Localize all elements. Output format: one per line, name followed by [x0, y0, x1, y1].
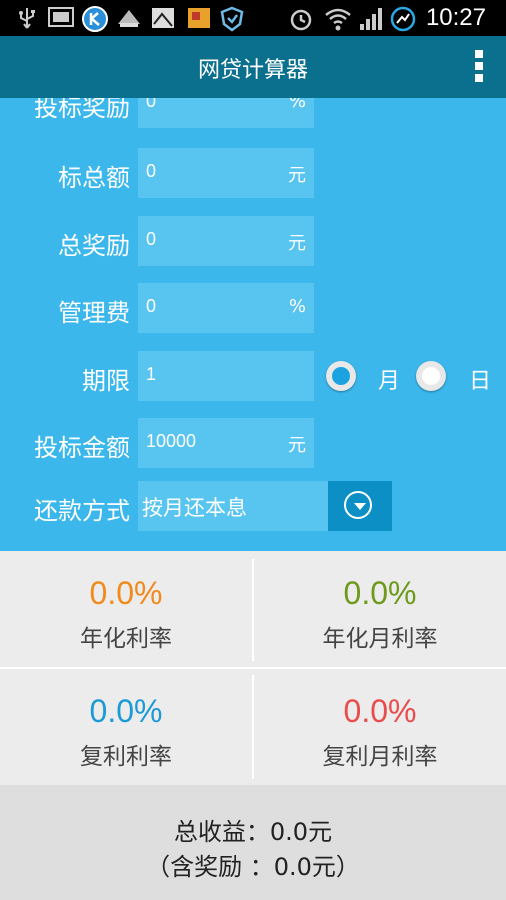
bonus-rate-value: 0: [146, 98, 157, 111]
bonus-rate-unit: %: [288, 98, 306, 112]
monthly-rate-cell: 0.0% 年化月利率: [254, 551, 506, 667]
vertical-divider: [252, 675, 254, 779]
invest-amount-unit: 元: [288, 435, 306, 456]
term-input[interactable]: 1: [138, 351, 314, 401]
invest-amount-row: 投标金额 10000 元: [0, 418, 506, 468]
wifi-icon: [324, 6, 352, 36]
overflow-menu-icon[interactable]: [474, 50, 484, 86]
repayment-row: 还款方式 按月还本息: [0, 481, 506, 531]
total-bonus-value: 0: [146, 229, 157, 249]
repayment-value: 按月还本息: [142, 496, 247, 520]
total-bonus-label: 总奖励: [58, 232, 130, 260]
term-value: 1: [146, 364, 157, 384]
usb-icon: [16, 6, 38, 34]
summary-footer: 总收益：0.0元 （含奖励 ：0.0元）: [0, 785, 506, 900]
bonus-rate-input[interactable]: 0 %: [138, 98, 314, 128]
management-fee-label: 管理费: [58, 299, 130, 327]
term-month-label[interactable]: 月: [378, 363, 400, 395]
radio-selected-dot: [332, 367, 350, 385]
compound-rate-value: 0.0%: [89, 693, 163, 729]
compound-rate-cell: 0.0% 复利利率: [0, 669, 252, 785]
shield-icon: [220, 6, 244, 36]
status-bar: 10:27: [0, 0, 506, 36]
status-time: 10:27: [425, 4, 486, 31]
invest-amount-value: 10000: [146, 431, 197, 451]
terminal-icon: [48, 6, 74, 32]
calculator-form: 投标奖励 0 % 标总额 0 元 总奖励 0 元 管理费 0 % 期限 1 月 …: [0, 98, 506, 551]
k-app-icon: [82, 6, 108, 36]
photo-icon: [150, 6, 176, 34]
compound-monthly-rate-caption: 复利月利率: [322, 744, 438, 770]
total-amount-unit: 元: [288, 165, 306, 186]
chevron-down-icon: [344, 491, 372, 519]
results-panel: 0.0% 年化利率 0.0% 年化月利率 0.0% 复利利率 0.0% 复利月利…: [0, 551, 506, 785]
sync-icon: [390, 6, 416, 36]
total-amount-row: 标总额 0 元: [0, 148, 506, 198]
term-day-radio[interactable]: [416, 361, 446, 391]
compound-rate-caption: 复利利率: [80, 744, 172, 770]
repayment-dropdown-button[interactable]: [328, 481, 392, 531]
annual-rate-cell: 0.0% 年化利率: [0, 551, 252, 667]
compound-monthly-rate-value: 0.0%: [343, 693, 417, 729]
term-day-label[interactable]: 日: [469, 363, 491, 395]
annual-rate-value: 0.0%: [89, 575, 163, 611]
map-app-icon: [186, 6, 212, 34]
bonus-rate-row: 投标奖励 0 %: [0, 98, 506, 128]
alarm-icon: [288, 6, 314, 36]
invest-amount-input[interactable]: 10000 元: [138, 418, 314, 468]
compound-monthly-rate-cell: 0.0% 复利月利率: [254, 669, 506, 785]
with-bonus-text: （含奖励 ：0.0元）: [146, 853, 360, 881]
management-fee-value: 0: [146, 296, 157, 316]
monthly-rate-caption: 年化月利率: [322, 626, 438, 652]
total-bonus-input[interactable]: 0 元: [138, 216, 314, 266]
monthly-rate-value: 0.0%: [343, 575, 417, 611]
management-fee-unit: %: [288, 296, 306, 317]
total-income-text: 总收益：0.0元: [173, 818, 333, 846]
app-title: 网贷计算器: [197, 58, 308, 83]
total-amount-label: 标总额: [58, 164, 130, 192]
invest-amount-label: 投标金额: [34, 434, 130, 462]
total-amount-input[interactable]: 0 元: [138, 148, 314, 198]
annual-rate-caption: 年化利率: [80, 626, 172, 652]
app-title-bar: 网贷计算器: [0, 36, 506, 98]
term-row: 期限 1 月 日: [0, 351, 506, 401]
term-label: 期限: [82, 367, 130, 395]
management-fee-row: 管理费 0 %: [0, 283, 506, 333]
vertical-divider: [252, 559, 254, 661]
management-fee-input[interactable]: 0 %: [138, 283, 314, 333]
notification-icon: [116, 6, 142, 34]
signal-icon: [358, 6, 384, 36]
bonus-rate-label: 投标奖励: [34, 98, 130, 122]
repayment-select[interactable]: 按月还本息: [138, 481, 328, 531]
total-amount-value: 0: [146, 161, 157, 181]
total-bonus-unit: 元: [288, 233, 306, 254]
total-bonus-row: 总奖励 0 元: [0, 216, 506, 266]
radio-unselected-dot: [422, 367, 440, 385]
repayment-label: 还款方式: [34, 497, 130, 525]
term-month-radio[interactable]: [326, 361, 356, 391]
